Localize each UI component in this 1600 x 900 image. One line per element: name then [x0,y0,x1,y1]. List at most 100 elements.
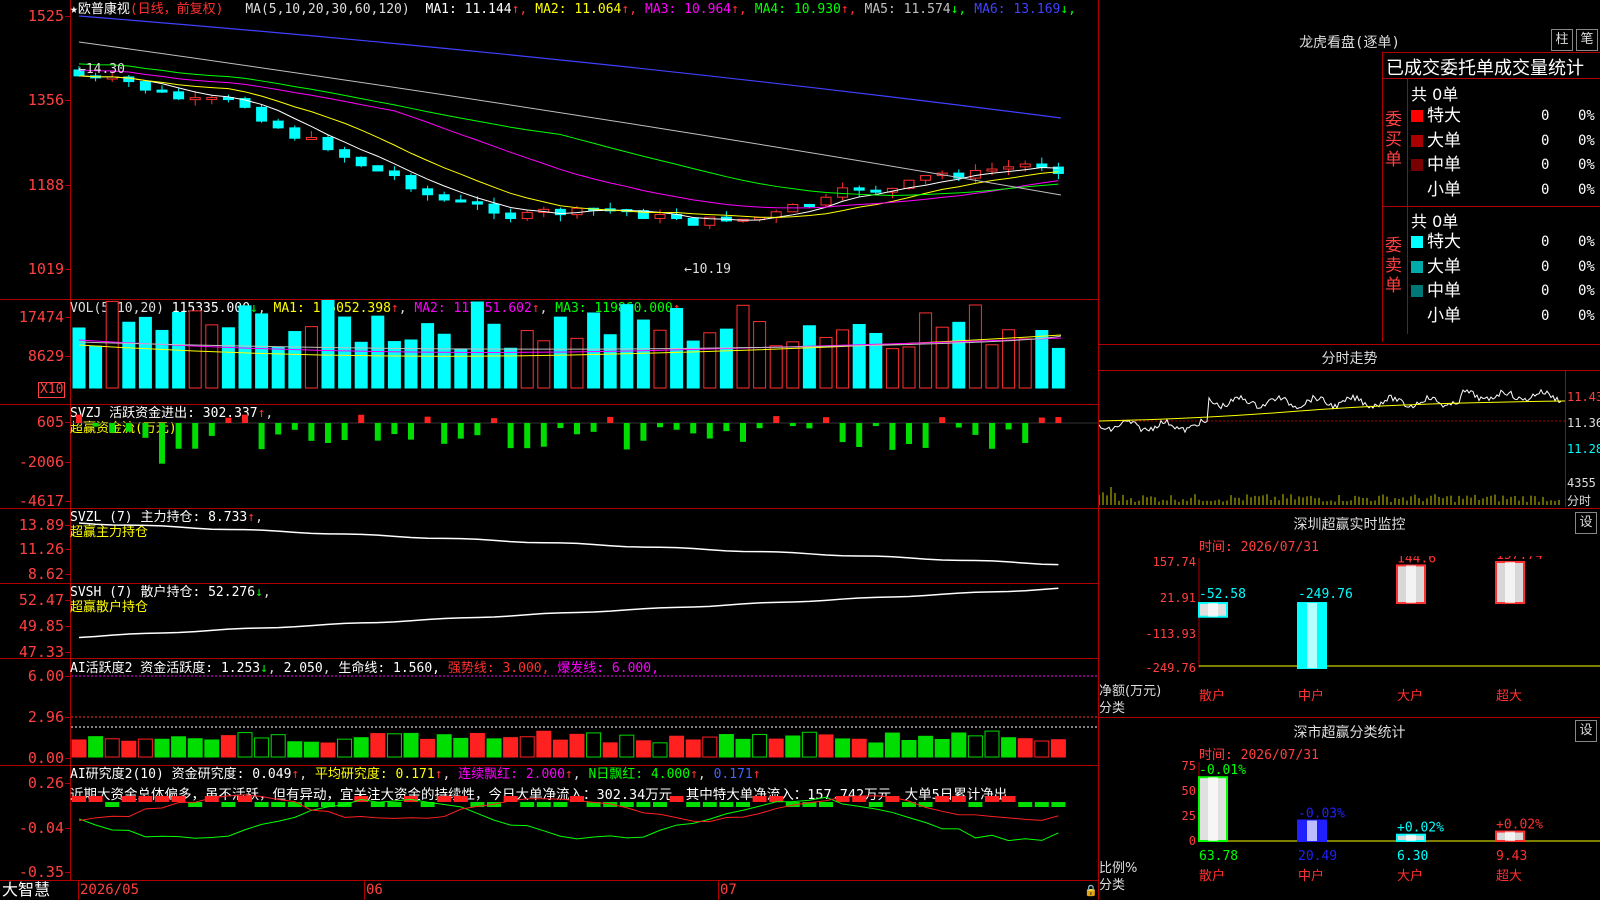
longhu-bar-button[interactable]: 柱 [1551,29,1573,51]
chart-value-label-2: 144.6 [1397,556,1436,566]
ai-research-bar [105,802,120,807]
candle-body [139,81,151,91]
sell-count: 0 [1541,283,1550,299]
chart-bottom-value-0: 63.78 [1199,849,1238,864]
intraday-chart[interactable] [1099,371,1565,507]
vol-axis-top: 17474 [18,308,64,326]
ai-active-bar [586,732,602,758]
svzl-chart[interactable] [71,509,1098,583]
chart-value-label-3: 157.74 [1496,556,1543,563]
sell-count: 0 [1541,307,1550,324]
svzj-bar [906,423,912,445]
buy-row: 小单 0 0% [1411,178,1600,203]
sell-percent: 0% [1578,234,1595,250]
candle-body [422,188,434,196]
ai-research-axis-mid: -0.04 [18,819,64,837]
ai-research-bar [868,802,883,807]
svzj-bar [939,417,946,423]
ai-research-bar [669,796,684,802]
ai-research-bar [1051,802,1066,807]
ai-active-bar [171,736,187,758]
svzj-bar [856,423,863,447]
svsh-axis-top: 52.47 [18,591,64,609]
ma6-line [78,15,1062,119]
ai-research-bar [453,796,468,802]
ai-research-bar [138,796,153,802]
svzj-bar [275,423,282,435]
candle-body [1003,166,1015,170]
sz-monitor-chart[interactable]: 157.7421.91-113.93-249.76-52.58散户-249.76… [1099,556,1600,716]
price-chart[interactable] [71,0,1098,299]
ai-active-chart[interactable] [71,659,1098,765]
sz-class-chart[interactable]: 75 50 25 0 -0.01% 散户 63.78 -0.03% 中户 20.49 +0.02% 大… [1099,760,1600,900]
volume-bar [122,321,136,389]
ai-active-bar [303,741,319,758]
ai-research-axis-low: -0.35 [18,863,64,881]
longhu-tabs[interactable]: 已成交委托单成交量统计 [1386,54,1600,80]
ai-active-bar [967,735,983,758]
main-chart-area[interactable]: ★欧普康视(日线，前复权) MA(5,10,20,30,60,120) MA1:… [0,0,1099,900]
ai-research-bar [271,802,286,807]
svzj-bar [291,423,298,430]
chart-value-label-3: +0.02% [1496,818,1543,833]
date-label-jul: 07 [720,882,737,898]
volume-bar [105,300,119,389]
sz-class-settings-button[interactable]: 设 [1575,720,1597,742]
ai-active-bar [951,732,967,758]
chart-axis-label: 75 [1182,760,1196,773]
svzj-chart[interactable] [71,405,1098,508]
sell-color-swatch [1411,309,1423,322]
volume-bar [919,312,933,389]
volume-bar [703,332,717,389]
ai-research-bar [769,796,784,802]
svzj-bar [208,423,215,436]
svzj-bar [441,423,448,444]
candle-body [438,194,450,201]
sell-percent: 0% [1578,258,1595,275]
svzj-bar [457,423,464,439]
ai-research-chart[interactable] [71,766,1098,880]
candle-body [920,175,932,181]
ai-active-bar [237,732,253,758]
intraday-vol-axis: 4355 [1567,476,1596,490]
longhu-tick-button[interactable]: 笔 [1576,29,1598,51]
svsh-axis-low: 47.33 [18,643,64,661]
buy-type: 小单 [1427,179,1461,200]
buy-rows: 特大 0 0% 大单 0 0% 中单 0 0% 小单 0 0% [1411,104,1600,202]
volume-chart[interactable] [71,300,1098,404]
sell-type: 特大 [1427,232,1461,252]
sz-monitor-time: 时间: 2026/07/31 [1199,540,1319,555]
sell-row: 中单 0 0% [1411,279,1600,304]
chart-bar-shine-2 [1406,565,1416,604]
ai-active-bar [1001,737,1017,758]
ai-research-axis-top: 0.26 [27,774,64,792]
svzj-bar [92,423,99,427]
chart-axis-label: -249.76 [1145,661,1196,675]
candle-body [1019,163,1031,168]
volume-bar [470,301,484,389]
candle-body [820,196,832,206]
volume-bar [769,345,783,389]
ai-active-bar [469,732,485,758]
ai-active-bar [353,737,369,758]
svzj-bar [955,423,962,428]
svzj-bar [341,423,348,441]
svzj-bar [408,423,414,440]
svzj-bar [640,423,647,441]
sz-monitor-settings-button[interactable]: 设 [1575,512,1597,534]
ai-active-bar [187,738,203,758]
buy-row: 大单 0 0% [1411,129,1600,154]
volume-bar [570,337,584,389]
ai-active-bar [602,742,618,758]
candle-body [687,218,699,226]
svsh-chart[interactable] [71,584,1098,658]
candle-body [870,189,882,193]
volume-bar [354,341,368,389]
ai-research-bar [387,802,402,807]
sell-color-swatch [1411,236,1423,248]
buy-count: 0 [1541,181,1550,198]
lock-icon[interactable]: 🔒 [1084,884,1098,897]
volume-bar [885,348,899,389]
ai-research-bar [88,796,103,802]
intraday-vol-label: 分时 [1567,494,1592,508]
